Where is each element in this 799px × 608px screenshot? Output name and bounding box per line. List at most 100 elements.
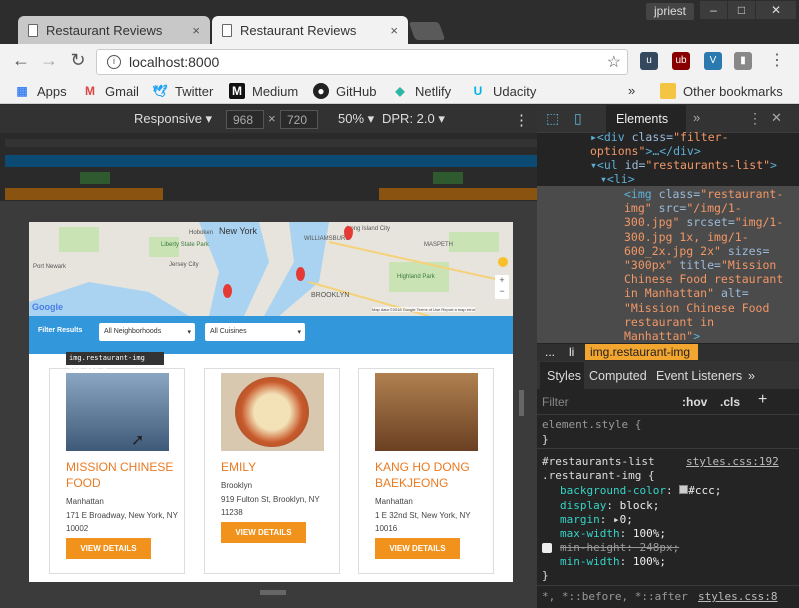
media-query-bar-orange[interactable]: [379, 188, 537, 200]
map-label: Highland Park: [397, 274, 435, 280]
css-property[interactable]: display: block;: [560, 499, 659, 512]
device-menu-icon[interactable]: ⋮: [514, 111, 529, 129]
close-window-icon[interactable]: ✕: [756, 1, 796, 19]
bookmark-gmail[interactable]: M Gmail: [82, 83, 139, 99]
minimize-icon[interactable]: –: [700, 1, 727, 19]
breadcrumb-more[interactable]: ...: [545, 345, 555, 359]
dom-line[interactable]: ▾<ul id="restaurants-list">: [590, 158, 777, 172]
device-toggle-icon[interactable]: ▯: [574, 110, 582, 127]
maximize-icon[interactable]: □: [728, 1, 755, 19]
tab-title: Restaurant Reviews: [46, 22, 163, 38]
styles-filter-input[interactable]: Filter: [542, 395, 569, 409]
close-tab-icon[interactable]: ×: [192, 23, 200, 38]
css-property[interactable]: background-color: #ccc;: [560, 484, 721, 497]
add-rule-icon[interactable]: +: [758, 391, 767, 409]
bookmark-star-icon[interactable]: ☆: [607, 52, 621, 72]
bookmark-github[interactable]: ● GitHub: [313, 83, 376, 99]
bookmark-twitter[interactable]: 🕊 Twitter: [152, 83, 213, 99]
resize-handle-bottom[interactable]: [260, 590, 286, 595]
viewport-height-input[interactable]: 720: [280, 110, 318, 129]
map-marker-icon[interactable]: [223, 284, 232, 298]
tab-elements[interactable]: Elements: [606, 105, 686, 133]
bookmark-netlify[interactable]: ◆ Netlify: [392, 83, 451, 99]
extension-icon-2[interactable]: ▮: [734, 52, 752, 70]
css-property-overridden[interactable]: min-height: 248px;: [560, 541, 679, 554]
more-style-tabs-icon[interactable]: »: [748, 369, 755, 383]
extension-v-icon[interactable]: V: [704, 52, 722, 70]
zoom-select[interactable]: 50% ▾: [338, 111, 374, 127]
extension-icon[interactable]: u: [640, 52, 658, 70]
profile-button[interactable]: jpriest: [646, 3, 694, 20]
color-swatch-icon[interactable]: [679, 485, 689, 494]
cuisines-select[interactable]: All Cuisines ▾: [205, 323, 305, 341]
bookmark-medium[interactable]: M Medium: [229, 83, 298, 99]
css-property[interactable]: margin: ▸0;: [560, 513, 633, 526]
rule-source-link[interactable]: styles.css:8: [698, 590, 777, 603]
new-tab-button[interactable]: [408, 22, 446, 40]
tab-restaurant-reviews-2[interactable]: Restaurant Reviews ×: [212, 16, 408, 44]
document-icon: [28, 23, 38, 37]
ublock-icon[interactable]: ub: [672, 52, 690, 70]
menu-icon[interactable]: ⋮: [768, 52, 786, 70]
device-mode-select[interactable]: Responsive ▾: [134, 111, 212, 127]
breadcrumb-selected[interactable]: img.restaurant-img: [585, 344, 698, 360]
dom-line[interactable]: ▸<div class="filter-: [590, 130, 729, 144]
more-bookmarks-icon[interactable]: »: [628, 83, 635, 98]
devtools-menu-icon[interactable]: ⋮: [748, 110, 762, 127]
emulated-page: New York BROOKLYN Port Newark Liberty St…: [29, 222, 513, 582]
universal-rule-selector[interactable]: *, *::before, *::after: [542, 590, 688, 603]
map-marker-icon[interactable]: [296, 267, 305, 281]
restaurant-name: EMILY: [221, 460, 257, 474]
bookmark-label: Gmail: [105, 83, 139, 99]
media-query-bar-green[interactable]: [80, 172, 110, 184]
view-details-button[interactable]: VIEW DETAILS: [66, 538, 151, 559]
media-query-bar-green[interactable]: [433, 172, 463, 184]
resize-handle[interactable]: [519, 390, 524, 416]
cls-button[interactable]: .cls: [720, 395, 740, 409]
dom-line[interactable]: options">…</div>: [590, 144, 701, 158]
inspect-icon[interactable]: ⬚: [546, 110, 559, 127]
css-property[interactable]: min-width: 100%;: [560, 555, 666, 568]
map[interactable]: New York BROOKLYN Port Newark Liberty St…: [29, 222, 513, 316]
hov-button[interactable]: :hov: [682, 395, 707, 409]
view-details-button[interactable]: VIEW DETAILS: [375, 538, 460, 559]
property-checkbox[interactable]: [542, 543, 552, 553]
address-bar[interactable]: i localhost:8000 ☆: [96, 49, 628, 75]
map-label: Port Newark: [33, 264, 67, 270]
tab-computed[interactable]: Computed: [589, 369, 647, 383]
rule-source-link[interactable]: styles.css:192: [686, 455, 779, 468]
more-tabs-icon[interactable]: »: [693, 110, 700, 125]
reload-icon[interactable]: ↻: [67, 50, 89, 71]
udacity-icon: U: [473, 84, 483, 98]
rule-selector-2[interactable]: .restaurant-img {: [542, 469, 655, 482]
viewport-width-input[interactable]: 968: [226, 110, 264, 129]
bookmark-udacity[interactable]: U Udacity: [470, 83, 537, 99]
zoom-controls[interactable]: + −: [495, 275, 509, 299]
media-query-bar-orange[interactable]: [5, 188, 163, 200]
tab-restaurant-reviews-1[interactable]: Restaurant Reviews ×: [18, 16, 210, 44]
css-property[interactable]: max-width: 100%;: [560, 527, 666, 540]
close-devtools-icon[interactable]: ✕: [771, 110, 782, 126]
view-details-button[interactable]: VIEW DETAILS: [221, 522, 306, 543]
tab-event-listeners[interactable]: Event Listeners: [656, 369, 742, 383]
dom-line-img[interactable]: <img class="restaurant- img" src="/img/1…: [624, 187, 783, 343]
forward-icon[interactable]: →: [38, 50, 60, 71]
restaurant-image[interactable]: [66, 373, 169, 451]
bookmark-other[interactable]: Other bookmarks: [660, 83, 783, 99]
restaurant-image[interactable]: [221, 373, 324, 451]
close-tab-icon[interactable]: ×: [390, 23, 398, 38]
rule-selector[interactable]: #restaurants-list: [542, 455, 655, 468]
back-icon[interactable]: ←: [10, 50, 32, 71]
breadcrumb-li[interactable]: li: [569, 345, 574, 359]
element-style-rule[interactable]: element.style {: [542, 418, 641, 431]
neighborhoods-select[interactable]: All Neighborhoods ▾: [99, 323, 195, 341]
twitter-icon: 🕊: [152, 84, 168, 98]
dom-line[interactable]: ▾<li>: [600, 172, 635, 186]
dpr-select[interactable]: DPR: 2.0 ▾: [382, 111, 445, 127]
tab-styles[interactable]: Styles: [547, 369, 581, 383]
restaurant-card: EMILY Brooklyn 919 Fulton St, Brooklyn, …: [204, 368, 340, 574]
media-query-bar-blue[interactable]: [5, 155, 537, 167]
restaurant-image[interactable]: [375, 373, 478, 451]
street-view-icon[interactable]: [498, 257, 508, 267]
bookmark-apps[interactable]: ▦ Apps: [14, 83, 66, 99]
